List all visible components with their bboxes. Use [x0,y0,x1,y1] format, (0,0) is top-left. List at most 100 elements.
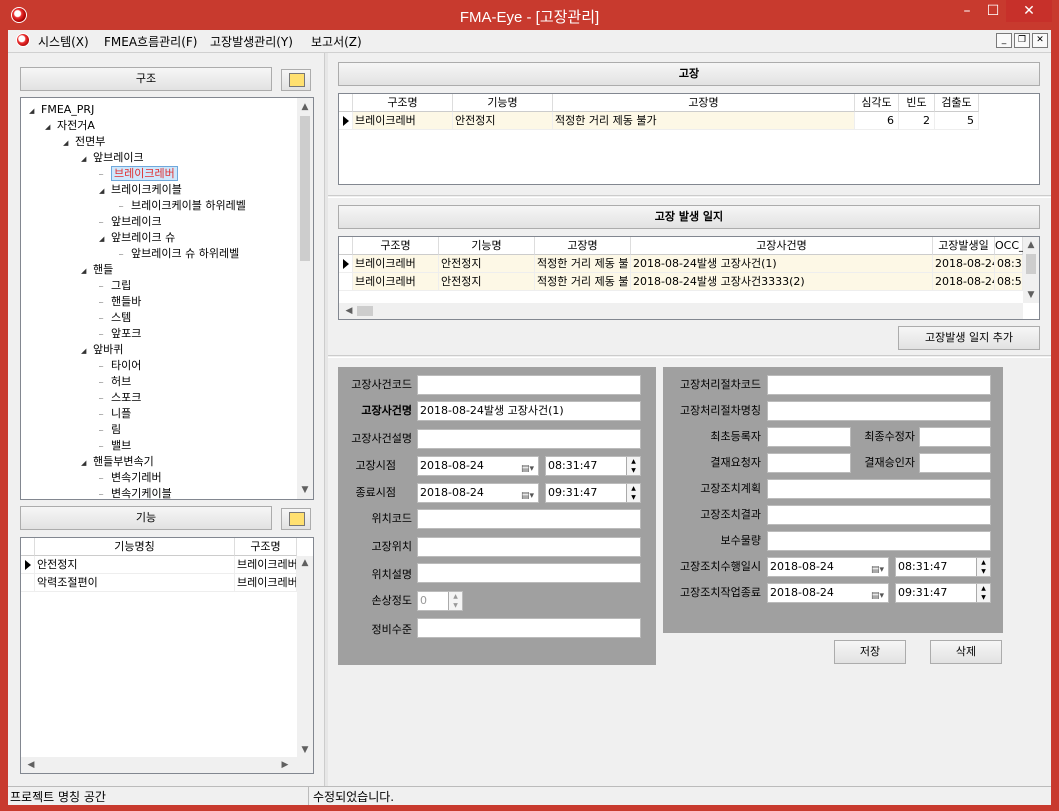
calendar-dropdown-icon[interactable]: ▤▾ [521,487,534,502]
tree-node[interactable]: ◢ 앞바퀴 [81,342,123,358]
mdi-minimize-icon[interactable]: _ [996,33,1012,48]
maint-input[interactable] [417,618,641,638]
function-title-button[interactable]: 기능 [20,506,272,530]
log-scroll-thumb[interactable] [1026,254,1036,274]
tree-node[interactable]: ◢ 핸들부변속기 [81,454,154,470]
col-structure[interactable]: 구조명 [353,237,439,255]
tree-expander-icon[interactable]: ◢ [29,103,41,119]
proc-name-input[interactable] [767,401,991,421]
result-input[interactable] [767,505,991,525]
vertical-splitter[interactable] [324,53,328,787]
spin-updown-icon[interactable]: ▲ ▼ [976,558,990,576]
col-failure[interactable]: 고장명 [535,237,631,255]
tree-node[interactable]: ◢ FMEA_PRJ [29,102,94,118]
row-indicator[interactable] [21,556,35,574]
mdi-restore-icon[interactable]: ❐ [1014,33,1030,48]
delete-button[interactable]: 삭제 [930,640,1002,664]
table-cell[interactable]: 안전정지 [35,556,235,574]
exec-date-picker[interactable]: 2018-08-24 ▤▾ [767,557,889,577]
scroll-down-icon[interactable]: ▼ [297,485,313,495]
structure-title-button[interactable]: 구조 [20,67,272,91]
spin-updown-icon[interactable]: ▲ ▼ [626,484,640,502]
col-function-name[interactable]: 기능명칭 [35,538,235,556]
table-cell[interactable]: 2018-08-24 [933,255,995,273]
table-cell[interactable]: 악력조절편이 [35,574,235,592]
tree-node[interactable]: ┈ 허브 [99,374,131,390]
h-splitter[interactable] [328,195,1051,198]
table-cell[interactable]: 안전정지 [453,112,553,130]
table-cell[interactable]: 브레이크레버 [353,112,453,130]
event-code-input[interactable] [417,375,641,395]
end-date-picker[interactable]: 2018-08-24 ▤▾ [417,483,539,503]
calendar-dropdown-icon[interactable]: ▤▾ [871,561,884,576]
table-cell[interactable]: 안전정지 [439,255,535,273]
tree-node[interactable]: ┈ 림 [99,422,121,438]
scroll-left-icon[interactable]: ◀ [23,760,39,770]
tree-node[interactable]: ┈ 브레이크케이블 하위레벨 [119,198,246,214]
scroll-right-icon[interactable]: ▶ [277,760,293,770]
tree-node[interactable]: ◢ 앞브레이크 슈 [99,230,175,246]
menu-report[interactable]: 보고서(Z) [311,33,362,50]
tree-scroll-thumb[interactable] [300,116,310,261]
tree-expander-icon[interactable]: ◢ [81,151,93,167]
log-hscroll[interactable]: ◀ [339,303,1023,319]
col-occ[interactable]: OCC_ [995,237,1025,255]
col-function[interactable]: 기능명 [439,237,535,255]
table-cell[interactable]: 2018-08-24 [933,273,995,291]
save-button[interactable]: 저장 [834,640,906,664]
failure-title-button[interactable]: 고장 [338,62,1040,86]
minimize-button[interactable]: – [954,0,980,22]
table-cell[interactable]: 2018-08-24발생 고장사건(1) [631,255,933,273]
log-vscroll[interactable]: ▲ ▼ [1023,237,1039,303]
table-cell[interactable]: 2018-08-24발생 고장사건3333(2) [631,273,933,291]
tree-node[interactable]: ◢ 전면부 [63,134,105,150]
table-cell[interactable]: 5 [935,112,979,130]
row-indicator[interactable] [339,255,353,273]
log-hscroll-thumb[interactable] [357,306,373,316]
tree-node[interactable]: ┈ 앞브레이크 [99,214,162,230]
menu-fmea-flow[interactable]: FMEA흐름관리(F) [104,33,197,50]
function-vscroll[interactable]: ▲ ▼ [297,556,313,757]
tree-node[interactable]: ┈ 스템 [99,310,131,326]
event-desc-input[interactable] [417,429,641,449]
maximize-button[interactable]: ☐ [980,0,1006,22]
mdi-app-icon[interactable] [16,33,30,47]
tree-node[interactable]: ┈ 변속기레버 [99,470,162,486]
col-function[interactable]: 기능명 [453,94,553,112]
col-detection[interactable]: 검출도 [935,94,979,112]
menu-failure-mgmt[interactable]: 고장발생관리(Y) [210,33,293,50]
tree-expander-icon[interactable]: ◢ [99,183,111,199]
log-grid[interactable]: 구조명 기능명 고장명 고장사건명 고장발생일 OCC_ 브레이크레버 안전정지 적… [338,236,1040,320]
table-cell[interactable]: 적정한 거리 제동 불가 [553,112,855,130]
end-time-input[interactable]: 09:31:47 ▲ ▼ [545,483,641,503]
function-grid[interactable]: 기능명칭 구조명 안전정지 브레이크레버 악력조절편이 브레이크레버 ▲ ▼ ◀ ▶ [20,537,314,774]
spin-updown-icon[interactable]: ▲ ▼ [448,592,462,610]
tree-node[interactable]: ┈ 핸들바 [99,294,141,310]
table-cell[interactable]: 적정한 거리 제동 불 [535,273,631,291]
scroll-down-icon[interactable]: ▼ [1023,290,1039,300]
calendar-dropdown-icon[interactable]: ▤▾ [871,587,884,602]
structure-tree[interactable]: ◢ FMEA_PRJ ◢ 자전거A ◢ 전면부 ◢ 앞브레이크 ┈ 브레이크레버 ◢ 브레이크케이블 ┈… [20,97,314,500]
tree-node[interactable]: ┈ 변속기케이블 [99,486,172,499]
tree-expander-icon[interactable]: ◢ [99,231,111,247]
tree-node[interactable]: ┈ 스포크 [99,390,141,406]
col-event-name[interactable]: 고장사건명 [631,237,933,255]
tree-scrollbar[interactable]: ▲ ▼ [297,98,313,499]
table-cell[interactable]: 적정한 거리 제동 불 [535,255,631,273]
function-export-button[interactable] [281,508,311,530]
table-cell[interactable]: 안전정지 [439,273,535,291]
table-cell[interactable]: 2 [899,112,935,130]
plan-input[interactable] [767,479,991,499]
table-cell[interactable]: 브레이크레버 [235,556,297,574]
tree-node[interactable]: ◢ 자전거A [45,118,95,134]
table-cell[interactable]: 08:50 [995,273,1023,291]
scroll-up-icon[interactable]: ▲ [297,102,313,112]
tree-expander-icon[interactable]: ◢ [81,343,93,359]
tree-node[interactable]: ┈ 니플 [99,406,131,422]
exec-time-input[interactable]: 08:31:47 ▲ ▼ [895,557,991,577]
structure-export-button[interactable] [281,69,311,91]
tree-expander-icon[interactable]: ◢ [81,263,93,279]
tree-expander-icon[interactable]: ◢ [45,119,57,135]
col-occur-date[interactable]: 고장발생일 [933,237,995,255]
tree-node[interactable]: ┈ 브레이크레버 [99,166,178,182]
